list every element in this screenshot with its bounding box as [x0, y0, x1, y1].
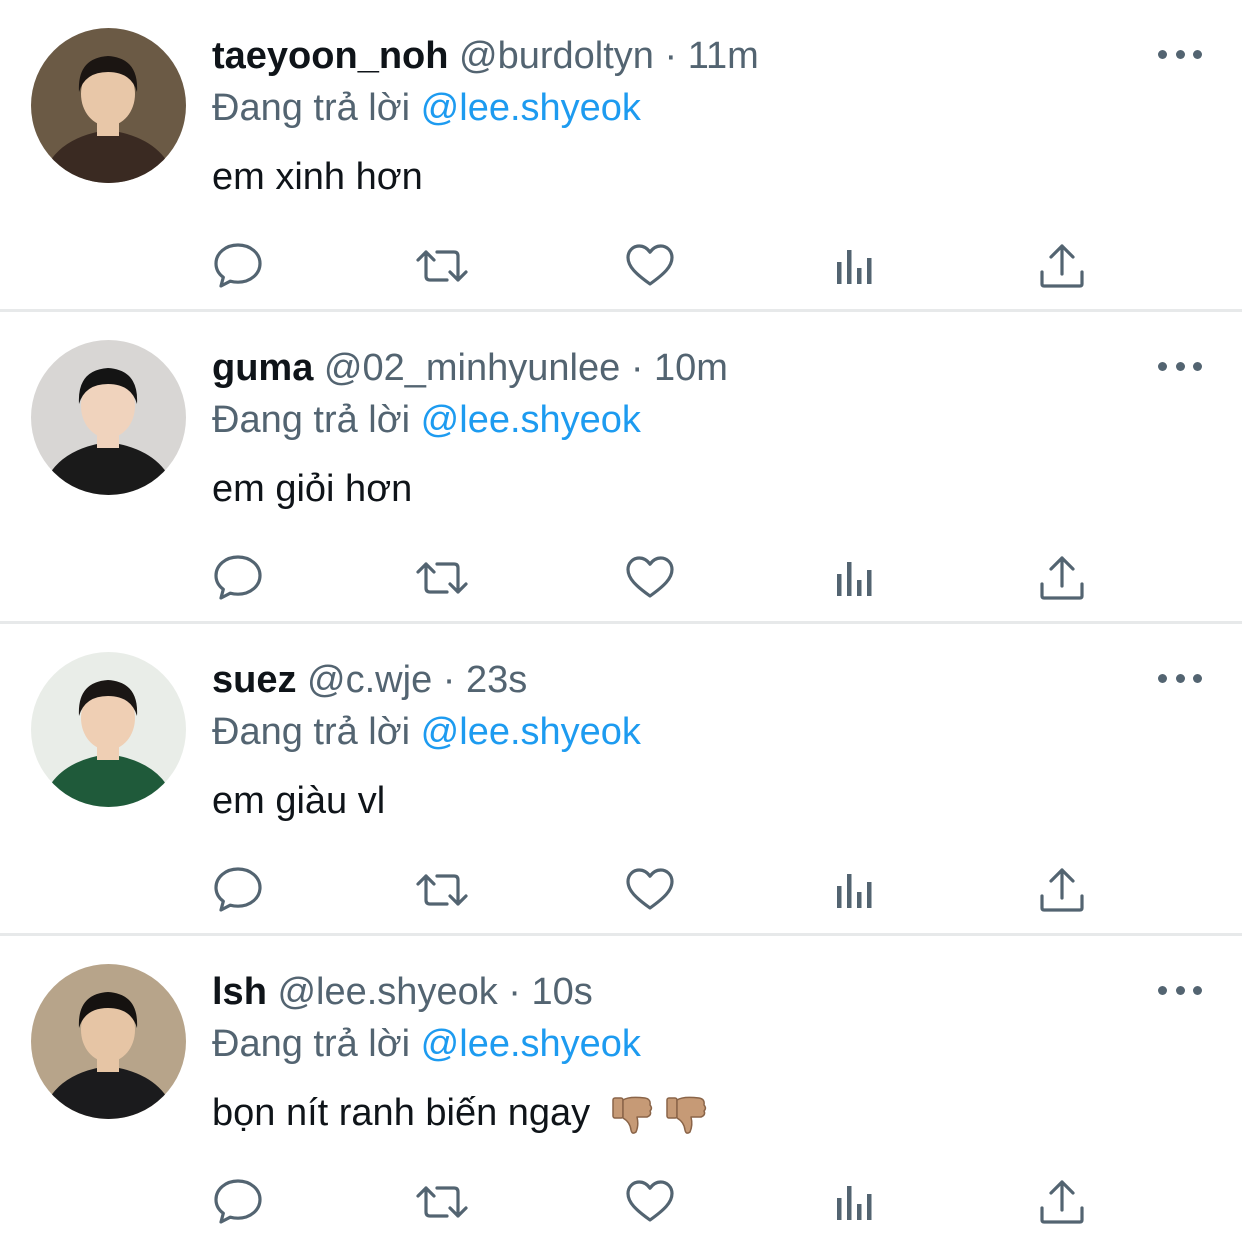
retweet-icon: [416, 250, 468, 282]
share-button[interactable]: [1034, 1174, 1090, 1230]
tweet-header: suez @c.wje · 23s: [212, 658, 527, 702]
avatar[interactable]: [31, 652, 186, 807]
retweet-button[interactable]: [414, 1174, 470, 1230]
more-icon[interactable]: [1158, 666, 1202, 690]
views-button[interactable]: [828, 550, 884, 606]
thumbs-down-emoji: [612, 1096, 652, 1134]
retweet-button[interactable]: [414, 862, 470, 918]
retweet-button[interactable]: [414, 238, 470, 294]
replying-to: Đang trả lời @lee.shyeok: [212, 86, 641, 130]
tweet[interactable]: suez @c.wje · 23s Đang trả lời @lee.shye…: [0, 624, 1242, 936]
replying-to: Đang trả lời @lee.shyeok: [212, 710, 641, 754]
analytics-icon: [837, 250, 872, 284]
reply-button[interactable]: [210, 550, 266, 606]
display-name[interactable]: guma: [212, 347, 313, 389]
handle[interactable]: @c.wje: [307, 659, 432, 701]
tweet-text-content: em giàu vl: [212, 780, 386, 822]
avatar[interactable]: [31, 340, 186, 495]
like-button[interactable]: [622, 862, 678, 918]
analytics-icon: [837, 874, 872, 908]
reply-button[interactable]: [210, 862, 266, 918]
reply-mention[interactable]: @lee.shyeok: [421, 1023, 641, 1065]
share-icon: [1040, 868, 1084, 912]
tweet-actions: [0, 1174, 1242, 1230]
handle[interactable]: @02_minhyunlee: [324, 347, 620, 389]
share-icon: [1040, 556, 1084, 600]
tweet-header: lsh @lee.shyeok · 10s: [212, 970, 593, 1014]
retweet-icon: [416, 562, 468, 594]
tweet-header: guma @02_minhyunlee · 10m: [212, 346, 728, 390]
separator: ·: [442, 659, 456, 701]
like-button[interactable]: [622, 550, 678, 606]
tweet-text: em giỏi hơn: [212, 467, 412, 511]
handle[interactable]: @burdoltyn: [459, 35, 654, 77]
retweet-icon: [416, 1186, 468, 1218]
comment-icon: [214, 1179, 262, 1224]
reply-mention[interactable]: @lee.shyeok: [421, 711, 641, 753]
tweet-header: taeyoon_noh @burdoltyn · 11m: [212, 34, 759, 78]
comment-icon: [214, 555, 262, 600]
reply-mention[interactable]: @lee.shyeok: [421, 399, 641, 441]
tweet-text: em xinh hơn: [212, 155, 423, 199]
display-name[interactable]: suez: [212, 659, 296, 701]
replying-to-label: Đang trả lời: [212, 87, 411, 129]
handle[interactable]: @lee.shyeok: [277, 971, 497, 1013]
tweet-text-content: em giỏi hơn: [212, 468, 413, 510]
heart-icon: [626, 868, 674, 910]
avatar[interactable]: [31, 28, 186, 183]
avatar[interactable]: [31, 964, 186, 1119]
reply-button[interactable]: [210, 1174, 266, 1230]
like-button[interactable]: [622, 1174, 678, 1230]
timestamp[interactable]: 10m: [654, 347, 728, 389]
tweet-text: em giàu vl: [212, 779, 385, 823]
display-name[interactable]: lsh: [212, 971, 267, 1013]
timestamp[interactable]: 23s: [466, 659, 527, 701]
replying-to-label: Đang trả lời: [212, 399, 411, 441]
retweet-icon: [416, 874, 468, 906]
views-button[interactable]: [828, 1174, 884, 1230]
share-icon: [1040, 1180, 1084, 1224]
tweet[interactable]: taeyoon_noh @burdoltyn · 11m Đang trả lờ…: [0, 0, 1242, 312]
timestamp[interactable]: 11m: [688, 35, 759, 77]
heart-icon: [626, 556, 674, 598]
share-button[interactable]: [1034, 862, 1090, 918]
reply-mention[interactable]: @lee.shyeok: [421, 87, 641, 129]
tweet-text-content: bọn nít ranh biến ngay: [212, 1092, 591, 1134]
more-icon[interactable]: [1158, 42, 1202, 66]
emoji-group: [601, 1092, 709, 1134]
share-button[interactable]: [1034, 550, 1090, 606]
tweet-actions: [0, 862, 1242, 918]
tweet-text-content: em xinh hơn: [212, 156, 423, 198]
more-icon[interactable]: [1158, 354, 1202, 378]
heart-icon: [626, 244, 674, 286]
heart-icon: [626, 1180, 674, 1222]
separator: ·: [664, 35, 678, 77]
separator: ·: [630, 347, 644, 389]
views-button[interactable]: [828, 862, 884, 918]
tweet[interactable]: lsh @lee.shyeok · 10s Đang trả lời @lee.…: [0, 936, 1242, 1248]
more-icon[interactable]: [1158, 978, 1202, 1002]
share-icon: [1040, 244, 1084, 288]
timestamp[interactable]: 10s: [532, 971, 593, 1013]
analytics-icon: [837, 1186, 872, 1220]
replying-to-label: Đang trả lời: [212, 1023, 411, 1065]
replying-to: Đang trả lời @lee.shyeok: [212, 398, 641, 442]
separator: ·: [508, 971, 521, 1013]
reply-button[interactable]: [210, 238, 266, 294]
views-button[interactable]: [828, 238, 884, 294]
comment-icon: [214, 867, 262, 912]
analytics-icon: [837, 562, 872, 596]
comment-icon: [214, 243, 262, 288]
tweet[interactable]: guma @02_minhyunlee · 10m Đang trả lời @…: [0, 312, 1242, 624]
retweet-button[interactable]: [414, 550, 470, 606]
replying-to-label: Đang trả lời: [212, 711, 411, 753]
like-button[interactable]: [622, 238, 678, 294]
tweet-actions: [0, 238, 1242, 294]
display-name[interactable]: taeyoon_noh: [212, 35, 448, 77]
tweet-actions: [0, 550, 1242, 606]
thumbs-down-emoji: [666, 1096, 706, 1134]
share-button[interactable]: [1034, 238, 1090, 294]
replying-to: Đang trả lời @lee.shyeok: [212, 1022, 641, 1066]
tweet-text: bọn nít ranh biến ngay: [212, 1091, 709, 1138]
